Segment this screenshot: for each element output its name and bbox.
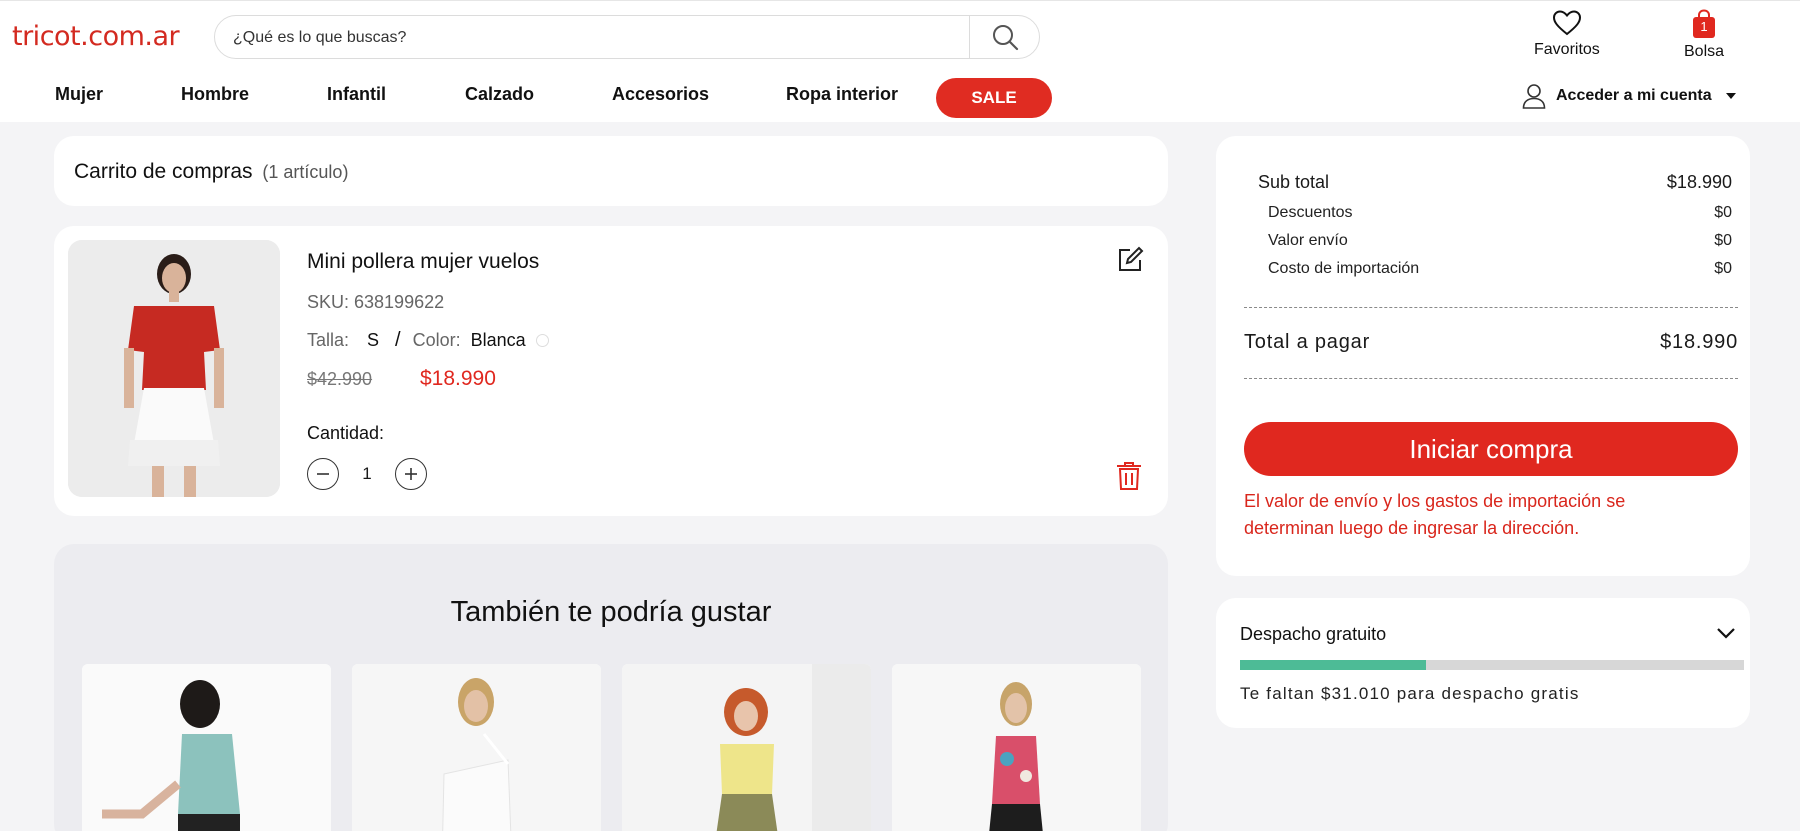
import-cost-row: Costo de importación $0 <box>1268 260 1732 278</box>
order-summary: Sub total $18.990 Descuentos $0 Valor en… <box>1216 136 1750 576</box>
import-cost-value: $0 <box>1714 260 1732 277</box>
shipping-notice: El valor de envío y los gastos de import… <box>1244 491 1626 538</box>
cart-item: Mini pollera mujer vuelos SKU: 638199622… <box>54 226 1168 516</box>
cart-title: Carrito de compras (1 artículo) <box>74 160 348 184</box>
sale-button[interactable]: SALE <box>936 78 1052 118</box>
divider <box>1244 378 1738 379</box>
user-icon <box>1522 84 1546 109</box>
shipping-cost-value: $0 <box>1714 232 1732 249</box>
subtotal-value: $18.990 <box>1666 172 1732 192</box>
product-attributes: Talla: S / Color: Blanca <box>307 329 549 352</box>
plus-icon <box>405 468 417 480</box>
divider <box>1244 307 1738 308</box>
product-name[interactable]: Mini pollera mujer vuelos <box>307 250 539 274</box>
product-sku: SKU: 638199622 <box>307 292 445 312</box>
recommendations-title: También te podría gustar <box>450 596 772 628</box>
chevron-down-icon <box>1725 93 1736 99</box>
recommended-product[interactable] <box>892 664 1141 831</box>
color-swatch <box>535 334 549 347</box>
discounts-row: Descuentos $0 <box>1268 204 1732 222</box>
bag-count-badge: 1 <box>1700 19 1708 34</box>
cart-header: Carrito de compras (1 artículo) <box>54 136 1168 206</box>
decrease-quantity-button[interactable] <box>307 458 339 490</box>
discounts-label: Descuentos <box>1268 204 1353 221</box>
import-cost-label: Costo de importación <box>1268 260 1420 277</box>
nav-item-ropa-interior[interactable]: Ropa interior <box>786 84 898 105</box>
attr-separator: / <box>395 329 401 351</box>
heart-icon <box>1552 10 1581 36</box>
recommended-product[interactable] <box>622 664 871 831</box>
edit-icon <box>1119 246 1144 271</box>
color-label: Color: <box>412 330 461 350</box>
size-value: S <box>367 330 380 350</box>
bag-label: Bolsa <box>1684 43 1725 60</box>
recommended-product[interactable] <box>352 664 601 831</box>
edit-button[interactable] <box>1116 246 1144 279</box>
quantity-label: Cantidad: <box>307 423 385 443</box>
shipping-cost-row: Valor envío $0 <box>1268 232 1732 250</box>
remove-item-button[interactable] <box>1116 461 1142 496</box>
trash-icon <box>1117 462 1141 490</box>
chevron-down-icon <box>1717 628 1735 639</box>
favorites-label: Favoritos <box>1534 41 1600 58</box>
expand-button[interactable] <box>1716 626 1736 645</box>
free-shipping-card: Despacho gratuito Te faltan $31.010 para… <box>1216 598 1750 728</box>
bag-button[interactable]: 1 Bolsa <box>1684 9 1724 61</box>
total-label: Total a pagar <box>1244 331 1371 353</box>
cart-title-text: Carrito de compras <box>74 160 253 183</box>
total-row: Total a pagar $18.990 <box>1244 331 1738 354</box>
free-shipping-message: Te faltan $31.010 para despacho gratis <box>1240 684 1580 703</box>
search-input[interactable] <box>233 26 963 50</box>
size-label: Talla: <box>307 330 350 350</box>
subtotal-row: Sub total $18.990 <box>1258 172 1732 193</box>
nav-item-calzado[interactable]: Calzado <box>465 84 534 105</box>
nav-item-mujer[interactable]: Mujer <box>55 84 103 105</box>
product-image[interactable] <box>68 240 280 497</box>
shipping-cost-label: Valor envío <box>1268 232 1348 249</box>
favorites-button[interactable]: Favoritos <box>1534 9 1600 59</box>
search-icon <box>992 25 1018 51</box>
free-shipping-title: Despacho gratuito <box>1240 624 1387 644</box>
site-header: tricot.com.ar Favoritos 1 Bolsa Mujer Ho… <box>0 0 1800 122</box>
color-value: Blanca <box>470 330 526 350</box>
recommended-product[interactable] <box>82 664 331 831</box>
free-shipping-progress <box>1240 660 1744 670</box>
quantity-value: 1 <box>362 464 372 483</box>
discounts-value: $0 <box>1714 204 1732 221</box>
quantity-stepper: 1 <box>307 458 427 490</box>
subtotal-label: Sub total <box>1258 172 1330 192</box>
original-price: $42.990 <box>307 369 373 389</box>
site-logo[interactable]: tricot.com.ar <box>12 21 180 52</box>
nav-item-hombre[interactable]: Hombre <box>181 84 249 105</box>
nav-item-infantil[interactable]: Infantil <box>327 84 386 105</box>
bag-icon: 1 <box>1690 9 1718 39</box>
search-bar <box>214 15 1040 59</box>
checkout-button[interactable]: Iniciar compra <box>1244 422 1738 476</box>
minus-icon <box>317 473 329 475</box>
nav-item-accesorios[interactable]: Accesorios <box>612 84 709 105</box>
recommendations-section: También te podría gustar <box>54 544 1168 831</box>
increase-quantity-button[interactable] <box>395 458 427 490</box>
progress-fill <box>1240 660 1427 670</box>
account-menu[interactable]: Acceder a mi cuenta <box>1522 83 1736 109</box>
search-button[interactable] <box>969 16 1039 58</box>
account-label: Acceder a mi cuenta <box>1556 87 1712 104</box>
total-value: $18.990 <box>1660 331 1738 353</box>
sale-price: $18.990 <box>420 367 496 390</box>
cart-item-count: (1 artículo) <box>262 162 349 182</box>
